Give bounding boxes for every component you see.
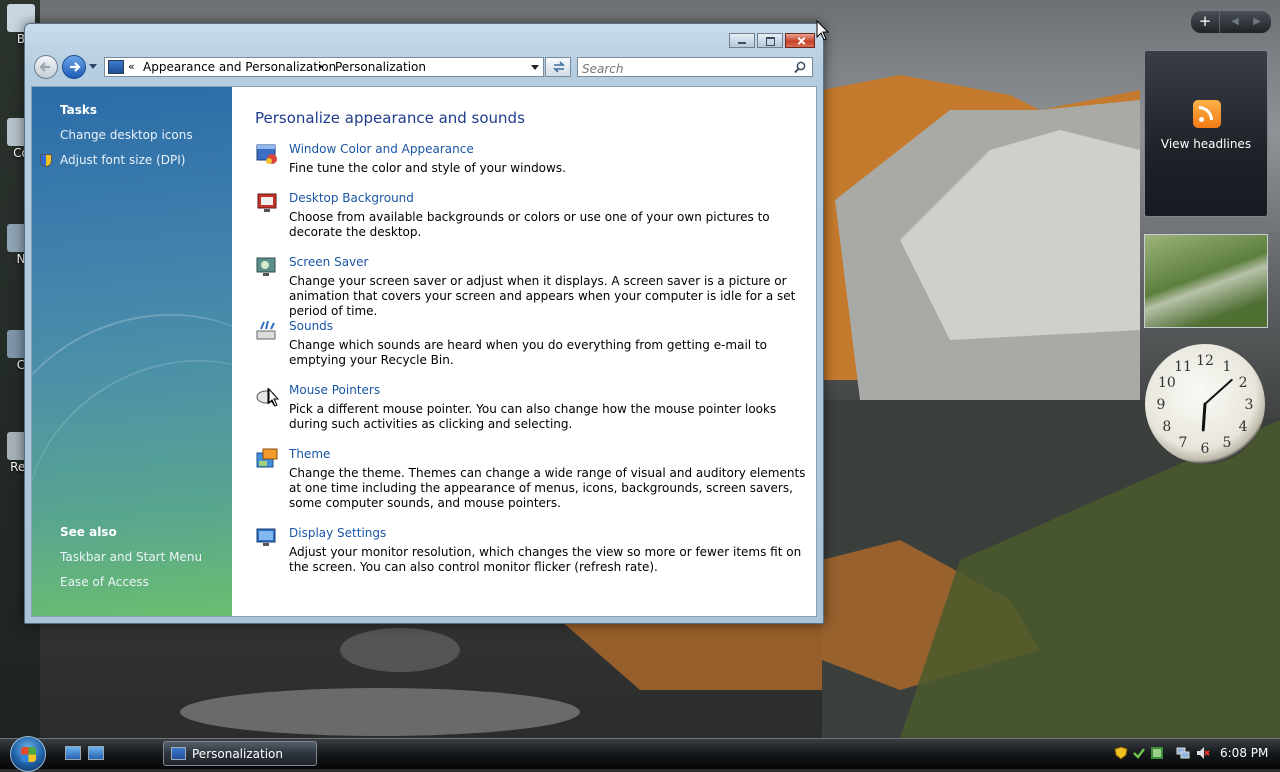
display-settings-icon	[256, 528, 276, 546]
maximize-button[interactable]	[757, 33, 783, 48]
sounds-icon	[256, 320, 276, 340]
checkmark-icon[interactable]	[1132, 746, 1146, 760]
clock-numeral: 7	[1179, 435, 1188, 451]
clock-numeral: 11	[1174, 359, 1192, 375]
mouse-cursor-icon	[816, 20, 830, 41]
clock-numeral: 12	[1196, 353, 1214, 369]
adjust-font-size-link[interactable]: Adjust font size (DPI)	[60, 153, 185, 167]
feed-headlines-gadget[interactable]: View headlines	[1144, 50, 1268, 217]
arrow-right-icon	[70, 62, 81, 72]
security-shield-icon[interactable]	[1114, 746, 1128, 760]
clock-numeral: 1	[1223, 359, 1232, 375]
item-description: Change your screen saver or adjust when …	[289, 274, 796, 318]
see-also-heading: See also	[60, 525, 117, 539]
search-input[interactable]	[582, 61, 782, 77]
search-icon[interactable]	[794, 61, 807, 74]
windows-logo-icon	[21, 747, 36, 762]
next-page-icon[interactable]: ▶	[1245, 11, 1269, 33]
address-bar[interactable]: « Appearance and Personalization ▸ Perso…	[104, 57, 544, 77]
mouse-pointers-link[interactable]: Mouse Pointers	[289, 383, 380, 397]
clock-hour-hand	[1201, 402, 1207, 432]
minimize-button[interactable]	[729, 33, 755, 48]
uac-shield-icon	[40, 154, 52, 167]
window-color-icon	[256, 144, 277, 164]
clock-numeral: 3	[1245, 397, 1254, 413]
taskbar-and-start-menu-link[interactable]: Taskbar and Start Menu	[60, 550, 202, 564]
control-panel-icon	[108, 60, 124, 74]
taskbar-button-label: Personalization	[192, 747, 283, 761]
desktop-background-icon	[257, 193, 277, 212]
screen-saver-icon	[256, 257, 276, 276]
clock-numeral: 10	[1158, 375, 1176, 391]
change-desktop-icons-link[interactable]: Change desktop icons	[60, 128, 193, 142]
show-desktop-icon[interactable]	[65, 746, 81, 760]
task-pane: Tasks Change desktop icons Adjust font s…	[32, 87, 232, 616]
search-box[interactable]	[577, 57, 813, 77]
arrow-left-icon	[39, 62, 50, 72]
window-color-and-appearance-link[interactable]: Window Color and Appearance	[289, 142, 474, 156]
screen-saver-link[interactable]: Screen Saver	[289, 255, 368, 269]
page-title: Personalize appearance and sounds	[255, 109, 525, 127]
item-description: Choose from available backgrounds or col…	[289, 210, 770, 239]
desktop-background-link[interactable]: Desktop Background	[289, 191, 414, 205]
network-icon[interactable]	[1176, 746, 1190, 760]
refresh-button[interactable]	[545, 57, 571, 77]
refresh-icon	[553, 61, 565, 73]
clock-numeral: 2	[1239, 375, 1248, 391]
control-panel-icon	[171, 747, 186, 760]
breadcrumb-appearance-and-personalization[interactable]: Appearance and Personalization	[143, 60, 336, 74]
clock-minute-hand	[1204, 378, 1233, 405]
sounds-link[interactable]: Sounds	[289, 319, 333, 333]
display-settings-link[interactable]: Display Settings	[289, 526, 386, 540]
taskbar-button-personalization[interactable]: Personalization	[163, 741, 317, 766]
windows-update-icon[interactable]	[1150, 746, 1164, 760]
item-description: Fine tune the color and style of your wi…	[289, 161, 566, 175]
breadcrumb-separator[interactable]: ▸	[319, 62, 324, 72]
mouse-cursor-icon	[268, 388, 280, 407]
forward-button[interactable]	[62, 55, 86, 79]
switch-windows-icon[interactable]	[88, 746, 104, 760]
ease-of-access-link[interactable]: Ease of Access	[60, 575, 149, 589]
theme-link[interactable]: Theme	[289, 447, 330, 461]
start-button[interactable]	[10, 736, 46, 772]
item-description: Pick a different mouse pointer. You can …	[289, 402, 777, 431]
taskbar-clock[interactable]: 6:08 PM	[1220, 746, 1268, 760]
item-description: Change the theme. Themes can change a wi…	[289, 466, 806, 510]
clock-numeral: 4	[1239, 419, 1248, 435]
add-gadget-button[interactable]: +	[1191, 11, 1220, 33]
recent-pages-dropdown[interactable]	[89, 64, 97, 69]
view-headlines-label: View headlines	[1160, 137, 1252, 151]
item-description: Adjust your monitor resolution, which ch…	[289, 545, 802, 574]
theme-icon	[256, 448, 278, 468]
personalization-window: « Appearance and Personalization ▸ Perso…	[24, 23, 824, 624]
clock-numeral: 6	[1201, 441, 1210, 457]
previous-page-icon[interactable]: ◀	[1223, 11, 1247, 33]
item-description: Change which sounds are heard when you d…	[289, 338, 767, 367]
rss-icon	[1193, 100, 1221, 128]
clock-gadget[interactable]: 12 1 2 3 4 5 6 7 8 9 10 11	[1145, 344, 1265, 464]
slideshow-gadget[interactable]	[1144, 234, 1268, 328]
taskbar: Personalization 6:08 PM	[0, 736, 1280, 772]
address-dropdown-button[interactable]	[531, 65, 539, 70]
back-button[interactable]	[34, 55, 58, 79]
volume-muted-icon[interactable]	[1196, 746, 1210, 760]
tasks-heading: Tasks	[60, 103, 98, 117]
clock-numeral: 9	[1157, 397, 1166, 413]
breadcrumb-personalization[interactable]: Personalization	[335, 60, 426, 74]
content-area: Tasks Change desktop icons Adjust font s…	[31, 86, 817, 617]
close-button[interactable]	[785, 33, 815, 48]
breadcrumb-overflow[interactable]: «	[128, 60, 135, 73]
sidebar-gadget-toolbar: + ◀ ▶	[1190, 10, 1272, 34]
caption-buttons	[727, 33, 815, 48]
clock-numeral: 5	[1223, 435, 1232, 451]
clock-face: 12 12 3 45678 9 1011	[1157, 353, 1254, 457]
clock-numeral: 8	[1162, 419, 1171, 435]
